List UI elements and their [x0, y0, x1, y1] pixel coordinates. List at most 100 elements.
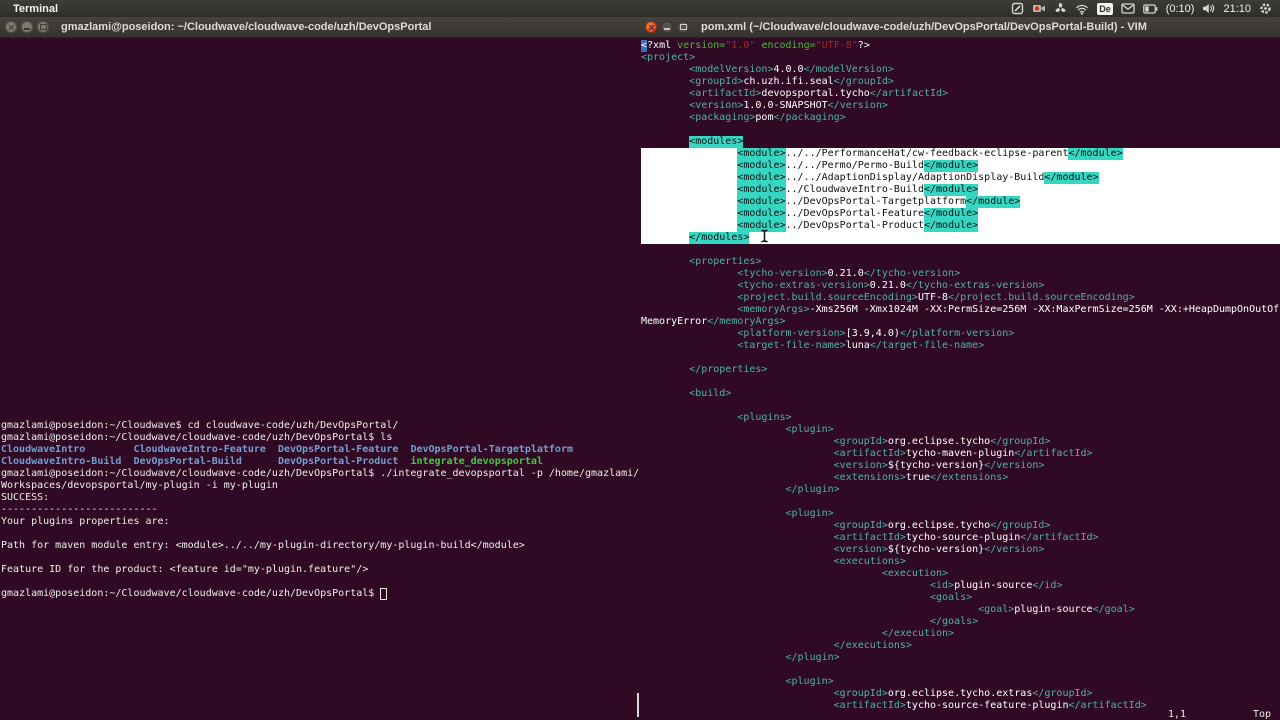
vim-content[interactable]: < ?xml version= "1.0" encoding= "UTF-8" ?> <p…: [640, 38, 1280, 720]
mail-icon[interactable]: [1121, 3, 1135, 14]
text-segment: CloudwaveIntro: [1, 444, 86, 455]
text-segment: [641, 640, 834, 652]
selected-tag-text: <module>: [737, 160, 786, 172]
vim-buffer: < ?xml version= "1.0" encoding= "UTF-8" ?> <p…: [641, 40, 1280, 712]
text-segment: [641, 472, 834, 484]
text-segment: [641, 88, 689, 100]
terminal-line: <id> plugin-source </id>: [641, 580, 1280, 592]
text-segment: <packaging>: [689, 112, 756, 123]
terminal-line: <extensions> true </extensions>: [641, 472, 1280, 484]
text-segment: </artifactId>: [869, 88, 949, 99]
system-tray: De (0:10) 21:10: [1011, 2, 1280, 15]
text-segment: </plugin>: [785, 652, 840, 663]
minimize-button[interactable]: [661, 21, 673, 33]
terminal-content[interactable]: gmazlami@poseidon:~/Cloudwave$ cd cloudw…: [0, 38, 640, 720]
keyboard-layout-indicator[interactable]: De: [1097, 2, 1113, 15]
terminal-line: Workspaces/devopsportal/my-plugin -i my-…: [1, 480, 640, 492]
window-title: gmazlami@poseidon: ~/Cloudwave/cloudwave…: [61, 21, 432, 33]
battery-icon[interactable]: [1142, 3, 1158, 14]
terminal-line: <version> ${tycho-version} </version>: [641, 460, 1280, 472]
panel-app-menu[interactable]: Terminal: [13, 3, 58, 15]
fan-indicator-icon[interactable]: [1054, 2, 1067, 15]
terminal-line: <groupId> ch.uzh.ifi.seal </groupId>: [641, 76, 1280, 88]
text-segment: Workspaces/devopsportal/my-plugin -i my-…: [1, 480, 278, 491]
text-segment: [3.9,4.0): [845, 328, 900, 339]
text-segment: [641, 544, 834, 556]
text-segment: [641, 424, 786, 436]
selected-text: [641, 208, 738, 220]
text-segment: [641, 136, 689, 148]
text-segment: </artifactId>: [1020, 532, 1099, 543]
battery-time-label: (0:10): [1165, 2, 1195, 15]
text-segment: -Xms256M -Xmx1024M -XX:PermSize=256M -XX…: [809, 304, 1280, 315]
terminal-output: gmazlami@poseidon:~/Cloudwave$ cd cloudw…: [1, 420, 640, 600]
text-segment: luna: [845, 340, 870, 351]
maximize-button[interactable]: [677, 21, 689, 33]
text-segment: pom: [755, 112, 774, 123]
text-segment: </target-file-name>: [869, 340, 985, 351]
terminal-line: Feature ID for the product: <feature id=…: [1, 564, 640, 576]
text-segment: <tycho-version>: [737, 268, 828, 279]
close-button[interactable]: [5, 21, 17, 33]
terminal-titlebar[interactable]: gmazlami@poseidon: ~/Cloudwave/cloudwave…: [0, 17, 640, 38]
selected-text: [641, 220, 738, 232]
selected-tag-text: </module>: [923, 220, 979, 232]
text-segment: </memoryArgs>: [707, 316, 786, 327]
selected-tag-text: <module>: [737, 196, 786, 208]
selected-tag-text: </module>: [966, 196, 1021, 208]
text-segment: </packaging>: [773, 112, 846, 123]
text-segment: [641, 292, 737, 304]
text-segment: [641, 64, 689, 76]
selected-text: [641, 172, 738, 184]
text-segment: true: [905, 472, 930, 483]
minimize-button[interactable]: [21, 21, 33, 33]
terminal-line: <module> ../CloudwaveIntro-Build </module>: [641, 184, 1280, 196]
selected-tag-text: <module>: [737, 184, 786, 196]
text-segment: <artifactId>: [833, 448, 906, 459]
text-segment: [641, 412, 737, 424]
text-segment: </project.build.sourceEncoding>: [948, 292, 1135, 303]
text-segment: [641, 652, 786, 664]
text-segment: Feature ID for the product: <feature id=…: [1, 564, 369, 575]
screen-record-icon[interactable]: [1032, 2, 1046, 15]
text-segment: <execution>: [881, 568, 949, 579]
close-button[interactable]: [645, 21, 657, 33]
text-segment: <version>: [833, 544, 888, 555]
text-segment: </modelVersion>: [803, 64, 894, 75]
maximize-button[interactable]: [37, 21, 49, 33]
text-segment: [641, 100, 689, 112]
selected-text: [641, 184, 738, 196]
session-gear-icon[interactable]: [1259, 2, 1272, 15]
vim-titlebar[interactable]: pom.xml (~/Cloudwave/cloudwave-code/uzh/…: [640, 17, 1280, 38]
selected-tag-text: </module>: [923, 160, 979, 172]
scrollbar-thumb[interactable]: [637, 693, 639, 717]
text-segment: [121, 456, 133, 468]
terminal-cursor: [380, 587, 388, 600]
volume-icon[interactable]: [1202, 3, 1215, 14]
terminal-line: </plugin>: [641, 652, 1280, 664]
wifi-icon[interactable]: [1075, 3, 1089, 15]
text-segment: [641, 556, 834, 568]
text-segment: "1.0": [725, 40, 756, 51]
text-segment: </platform-version>: [899, 328, 1015, 339]
text-segment: [85, 444, 133, 456]
clock-label[interactable]: 21:10: [1223, 3, 1251, 15]
terminal-line: <modelVersion> 4.0.0 </modelVersion>: [641, 64, 1280, 76]
terminal-line: <properties>: [641, 256, 1280, 268]
terminal-line: <build>: [641, 388, 1280, 400]
terminal-line: </properties>: [641, 364, 1280, 376]
text-segment: <plugin>: [785, 676, 834, 687]
terminal-line: <memoryArgs> -Xms256M -Xmx1024M -XX:PermS…: [641, 304, 1280, 316]
text-segment: <version>: [689, 100, 744, 111]
text-segment: ${tycho-version}: [887, 460, 985, 471]
terminal-line: <plugins>: [641, 412, 1280, 424]
terminal-line: <groupId> org.eclipse.tycho </groupId>: [641, 436, 1280, 448]
text-segment: [641, 484, 786, 496]
text-segment: </goals>: [929, 616, 979, 627]
compose-icon[interactable]: [1011, 2, 1024, 15]
text-segment: CloudwaveIntro-Build: [1, 456, 122, 467]
